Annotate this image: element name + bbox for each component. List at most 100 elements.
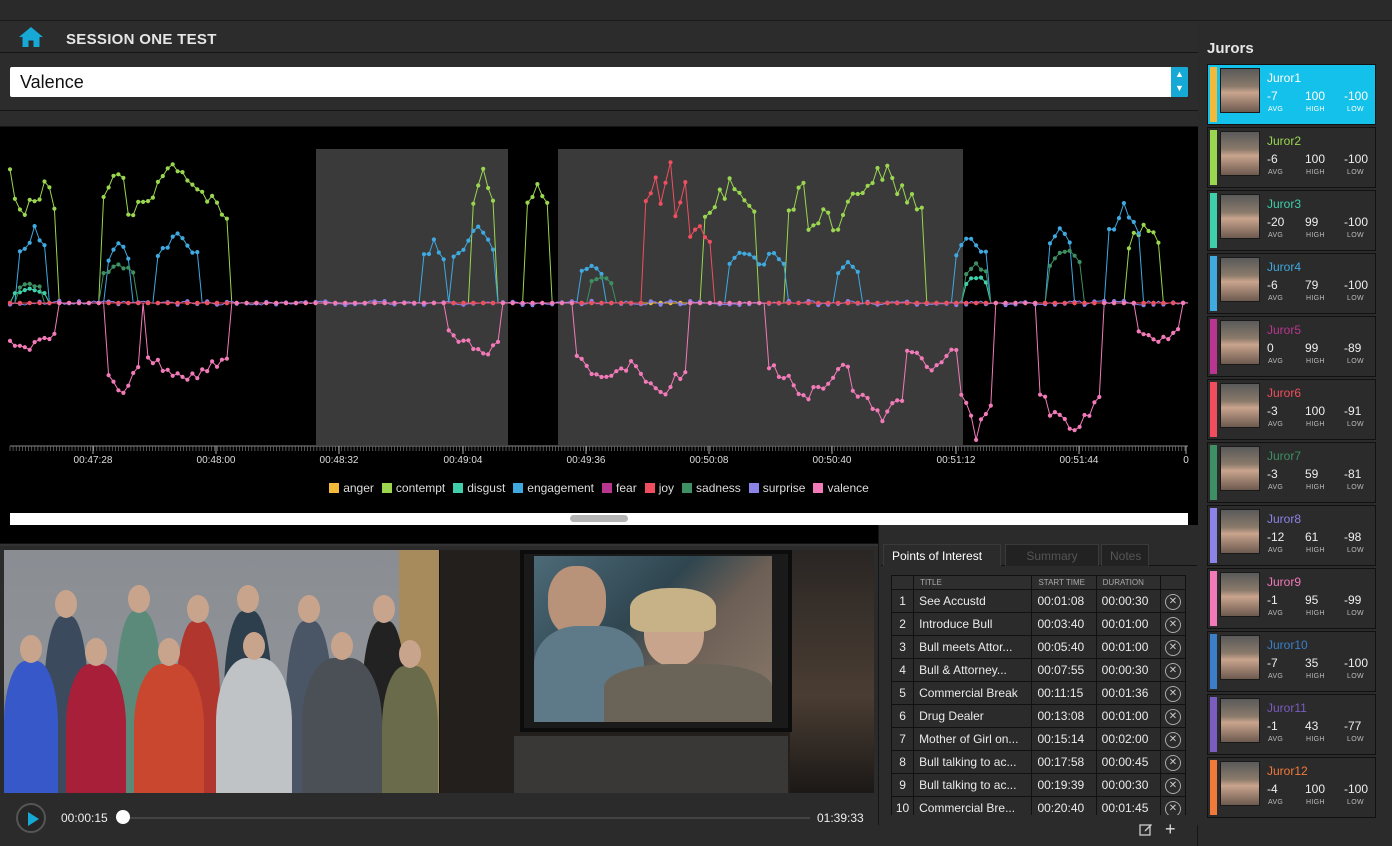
data-point[interactable] — [476, 347, 481, 352]
juror-card[interactable]: Juror11 -1 43 -77 AVG HIGH LOW — [1207, 694, 1376, 755]
data-point[interactable] — [111, 173, 116, 178]
data-point[interactable] — [52, 331, 57, 336]
data-point[interactable] — [180, 170, 185, 175]
data-point[interactable] — [954, 253, 959, 258]
data-point[interactable] — [776, 257, 782, 262]
data-point[interactable] — [1161, 334, 1166, 339]
data-point[interactable] — [776, 300, 782, 306]
data-point[interactable] — [969, 266, 974, 271]
data-point[interactable] — [200, 189, 205, 194]
data-point[interactable] — [1112, 300, 1117, 306]
data-point[interactable] — [7, 338, 13, 343]
data-point[interactable] — [727, 176, 732, 181]
data-point[interactable] — [1057, 226, 1062, 231]
poi-row[interactable]: 3 Bull meets Attor... 00:05:40 00:01:00 ✕ — [891, 635, 1187, 659]
data-point[interactable] — [594, 372, 599, 377]
data-point[interactable] — [530, 300, 535, 306]
col-title[interactable]: TITLE — [913, 575, 1033, 590]
data-point[interactable] — [914, 207, 920, 212]
data-point[interactable] — [42, 291, 47, 296]
tab-notes[interactable]: Notes — [1101, 544, 1149, 566]
data-point[interactable] — [1097, 394, 1102, 400]
data-point[interactable] — [959, 392, 964, 397]
data-point[interactable] — [456, 251, 461, 256]
data-point[interactable] — [126, 265, 131, 270]
data-point[interactable] — [806, 300, 811, 306]
data-point[interactable] — [481, 230, 486, 235]
data-point[interactable] — [909, 192, 915, 197]
data-point[interactable] — [1171, 330, 1176, 335]
data-point[interactable] — [850, 191, 855, 196]
data-point[interactable] — [668, 299, 673, 304]
data-point[interactable] — [441, 257, 446, 262]
col-start-time[interactable]: START TIME — [1031, 575, 1097, 590]
data-point[interactable] — [510, 300, 515, 306]
data-point[interactable] — [165, 300, 170, 306]
data-point[interactable] — [845, 199, 851, 204]
data-point[interactable] — [1072, 428, 1077, 433]
data-point[interactable] — [697, 300, 703, 306]
data-point[interactable] — [180, 374, 185, 379]
data-point[interactable] — [683, 180, 688, 185]
data-point[interactable] — [224, 356, 229, 361]
poi-row-title[interactable]: See Accustd — [913, 589, 1033, 613]
data-point[interactable] — [550, 300, 555, 306]
data-point[interactable] — [983, 411, 989, 417]
data-point[interactable] — [914, 300, 920, 306]
data-point[interactable] — [1151, 230, 1156, 235]
data-point[interactable] — [811, 385, 816, 390]
data-point[interactable] — [254, 300, 259, 306]
data-point[interactable] — [1043, 394, 1048, 399]
data-point[interactable] — [175, 231, 180, 236]
data-point[interactable] — [648, 381, 653, 386]
data-point[interactable] — [27, 286, 32, 291]
data-point[interactable] — [490, 300, 496, 306]
data-point[interactable] — [978, 275, 984, 280]
metric-select[interactable]: Valence ▲ ▼ — [10, 67, 1188, 97]
data-point[interactable] — [22, 246, 27, 251]
data-point[interactable] — [27, 300, 32, 306]
data-point[interactable] — [836, 367, 841, 372]
data-point[interactable] — [624, 368, 629, 373]
data-point[interactable] — [860, 190, 865, 196]
data-point[interactable] — [609, 281, 614, 286]
data-point[interactable] — [1181, 300, 1186, 306]
scrollbar-thumb[interactable] — [570, 515, 628, 522]
data-point[interactable] — [737, 300, 742, 306]
data-point[interactable] — [845, 364, 851, 369]
data-point[interactable] — [1156, 240, 1161, 245]
data-point[interactable] — [1141, 222, 1146, 227]
data-point[interactable] — [648, 191, 653, 196]
data-point[interactable] — [604, 374, 609, 379]
data-point[interactable] — [895, 300, 900, 306]
data-point[interactable] — [781, 261, 786, 266]
data-point[interactable] — [885, 163, 890, 168]
data-point[interactable] — [1092, 400, 1097, 405]
data-point[interactable] — [155, 357, 160, 362]
poi-row[interactable]: 9 Bull talking to ac... 00:19:39 00:00:30 ✕ — [891, 773, 1187, 797]
data-point[interactable] — [160, 246, 165, 251]
data-point[interactable] — [821, 386, 826, 391]
data-point[interactable] — [495, 339, 501, 344]
data-point[interactable] — [486, 185, 491, 191]
data-point[interactable] — [343, 300, 348, 306]
data-point[interactable] — [757, 300, 762, 306]
data-point[interactable] — [619, 366, 624, 371]
data-point[interactable] — [589, 300, 594, 306]
poi-row-title[interactable]: Commercial Bre... — [913, 796, 1033, 815]
data-point[interactable] — [446, 328, 451, 333]
data-point[interactable] — [121, 244, 126, 249]
data-point[interactable] — [658, 201, 663, 206]
data-point[interactable] — [944, 300, 949, 306]
data-point[interactable] — [752, 209, 757, 214]
data-point[interactable] — [969, 413, 974, 418]
data-point[interactable] — [579, 268, 584, 273]
data-point[interactable] — [283, 300, 289, 306]
data-point[interactable] — [944, 353, 949, 359]
data-point[interactable] — [160, 368, 165, 373]
data-point[interactable] — [840, 362, 846, 367]
legend-item-joy[interactable]: joy — [644, 481, 674, 495]
data-point[interactable] — [727, 300, 732, 306]
legend-item-contempt[interactable]: contempt — [381, 481, 445, 495]
data-point[interactable] — [402, 300, 407, 306]
